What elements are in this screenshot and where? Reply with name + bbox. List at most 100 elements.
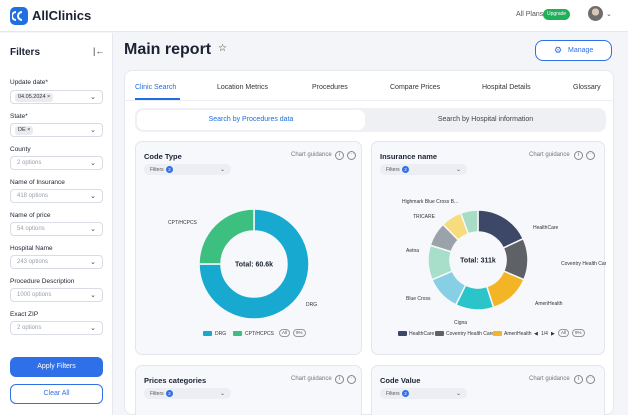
card-filters-dropdown[interactable]: Filters 2 ⌄ (380, 388, 467, 399)
chip-value: 04.05.2024 (18, 94, 46, 100)
chevron-down-icon[interactable]: ⌄ (90, 258, 96, 266)
slice-label: HealthCare (533, 225, 559, 231)
filters-count-badge: 2 (402, 390, 409, 397)
filters-sidebar: Filters |← Update date* 04.05.2024 × ⌄ S… (0, 33, 113, 415)
slice-label: Aetna (406, 248, 419, 254)
chevron-down-icon[interactable]: ⌄ (90, 126, 96, 134)
zip-label: Exact ZIP (10, 311, 39, 318)
price-name-select[interactable]: 54 options ⌄ (10, 222, 103, 236)
update-date-label: Update date* (10, 79, 48, 86)
procedure-label: Procedure Description (10, 278, 75, 285)
chevron-down-icon[interactable]: ⌄ (90, 159, 96, 167)
clear-all-button[interactable]: Clear All (10, 384, 103, 404)
slice-label: Coventry Health Care (561, 261, 606, 267)
search-mode-toggle: Search by Procedures data Search by Hosp… (135, 108, 606, 132)
chart-guidance-link[interactable]: Chart guidance (291, 376, 332, 382)
allclinics-logo-icon[interactable] (10, 7, 28, 25)
insurance-label: Name of Insurance (10, 179, 65, 186)
tab-clinic-search[interactable]: Clinic Search (135, 84, 176, 91)
legend-swatch (435, 331, 444, 336)
insurance-name-card: Insurance name Filters 2 ⌄ Chart guidanc… (371, 141, 606, 355)
insurance-donut-chart: Total: 311k HealthCare Coventry Health Car… (402, 199, 606, 326)
price-name-label: Name of price (10, 212, 51, 219)
star-icon[interactable]: ☆ (218, 43, 227, 54)
more-options-icon[interactable]: ⋯ (586, 375, 595, 384)
legend-swatch (493, 331, 502, 336)
chevron-down-icon[interactable]: ⌄ (90, 192, 96, 200)
zip-select[interactable]: 2 options ⌄ (10, 321, 103, 335)
legend-swatch (398, 331, 407, 336)
card-title: Code Value (380, 376, 421, 385)
all-toggle-pill[interactable]: All (279, 329, 291, 337)
slice-label: TRICARE (413, 214, 436, 220)
chevron-down-icon[interactable]: ⌄ (90, 324, 96, 332)
chart-guidance-link[interactable]: Chart guidance (529, 376, 570, 382)
tab-procedures[interactable]: Procedures (312, 84, 348, 91)
apply-filters-button[interactable]: Apply Filters (10, 357, 103, 377)
chevron-down-icon: ⌄ (455, 391, 461, 397)
search-by-hospital-button[interactable]: Search by Hospital information (367, 110, 604, 130)
slice-label: AmeriHealth (535, 301, 563, 307)
tab-glossary[interactable]: Glossary (573, 84, 601, 91)
legend-label-drg[interactable]: DRG (215, 331, 226, 337)
tab-bar: Clinic Search Location Metrics Procedure… (125, 71, 615, 101)
top-bar: AllClinics All Plans Upgrade ⌄ (0, 0, 628, 32)
county-select[interactable]: 2 options ⌄ (10, 156, 103, 170)
card-title: Prices categories (144, 376, 207, 385)
info-icon[interactable]: i (335, 375, 344, 384)
upgrade-button[interactable]: Upgrade (543, 9, 571, 20)
update-date-select[interactable]: 04.05.2024 × ⌄ (10, 90, 103, 104)
tab-compare-prices[interactable]: Compare Prices (390, 84, 440, 91)
percent-toggle-pill[interactable]: 9% (572, 329, 585, 337)
legend-label-cpt[interactable]: CPT/HCPCS (245, 331, 274, 337)
all-toggle-pill[interactable]: All (558, 329, 570, 337)
legend-swatch (233, 331, 242, 336)
legend-page-indicator: 1/4 (541, 331, 548, 337)
gear-icon: ⚙ (554, 45, 563, 55)
slice-label: DRG (306, 302, 317, 308)
percent-toggle-pill[interactable]: 9% (293, 329, 306, 337)
chip-value: DE (18, 127, 26, 133)
code-type-card: Code Type Filters 2 ⌄ Chart guidance i ⋯… (135, 141, 362, 355)
county-label: County (10, 146, 31, 153)
insurance-select[interactable]: 418 options ⌄ (10, 189, 103, 203)
manage-label: Manage (568, 47, 594, 54)
legend-label-coventry[interactable]: Coventry Health Care (446, 331, 494, 337)
chevron-down-icon[interactable]: ⌄ (90, 291, 96, 299)
chevron-down-icon[interactable]: ⌄ (90, 93, 96, 101)
state-select[interactable]: DE × ⌄ (10, 123, 103, 137)
donut-center-total: Total: 311k (460, 258, 496, 265)
avatar[interactable] (588, 6, 603, 21)
donut-center-total: Total: 60.6k (235, 262, 273, 269)
tab-location-metrics[interactable]: Location Metrics (217, 84, 268, 91)
manage-button[interactable]: ⚙ Manage (535, 40, 612, 61)
info-icon[interactable]: i (574, 375, 583, 384)
page-title: Main report (124, 41, 212, 58)
more-options-icon[interactable]: ⋯ (347, 375, 356, 384)
chevron-down-icon[interactable]: ⌄ (606, 10, 612, 18)
card-filters-dropdown[interactable]: Filters 2 ⌄ (144, 388, 231, 399)
hospital-name-select[interactable]: 243 options ⌄ (10, 255, 103, 269)
state-chip: DE × (15, 126, 34, 135)
procedure-select[interactable]: 1000 options ⌄ (10, 288, 103, 302)
collapse-sidebar-icon[interactable]: |← (93, 46, 104, 56)
active-tab-indicator (135, 98, 180, 100)
plans-label: All Plans (516, 11, 544, 18)
legend-label-amerihealth[interactable]: AmeriHealth (504, 331, 532, 337)
hospital-name-label: Hospital Name (10, 245, 53, 252)
search-by-procedures-button[interactable]: Search by Procedures data (137, 110, 365, 130)
hospital-name-placeholder: 243 options (17, 259, 49, 265)
filters-label: Filters (150, 391, 164, 397)
next-page-icon[interactable]: ▶ (551, 331, 555, 337)
tab-hospital-details[interactable]: Hospital Details (482, 84, 531, 91)
prev-page-icon[interactable]: ◀ (534, 331, 538, 337)
report-panel: Clinic Search Location Metrics Procedure… (124, 70, 615, 415)
donut-slice-cpt-hcpcs[interactable] (198, 208, 255, 265)
brand-name[interactable]: AllClinics (32, 8, 91, 23)
zip-placeholder: 2 options (17, 325, 42, 331)
filters-label: Filters (386, 391, 400, 397)
price-name-placeholder: 54 options (17, 226, 45, 232)
legend-label-healthcare[interactable]: HealthCare (409, 331, 434, 337)
code-value-card: Code Value Filters 2 ⌄ Chart guidance i … (371, 365, 605, 415)
chevron-down-icon[interactable]: ⌄ (90, 225, 96, 233)
